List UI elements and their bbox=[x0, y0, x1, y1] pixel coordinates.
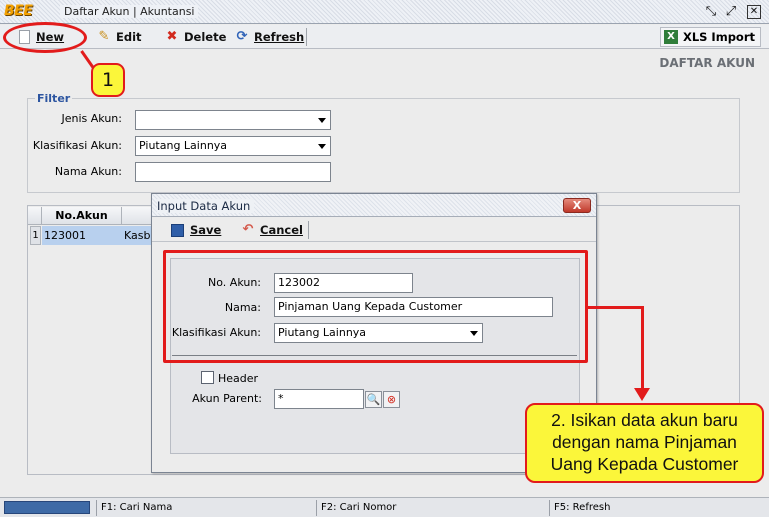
nama-akun-label: Nama Akun: bbox=[54, 165, 122, 178]
row-header-corner bbox=[28, 207, 42, 225]
step2-callout: 2. Isikan data akun baru dengan nama Pin… bbox=[525, 403, 764, 483]
dialog-toolbar: Save ↶ Cancel bbox=[152, 218, 596, 242]
callout-connector-vertical bbox=[641, 306, 644, 390]
window-title: Daftar Akun | Akuntansi bbox=[60, 5, 199, 18]
status-bar: F1: Cari Nama F2: Cari Nomor F5: Refresh bbox=[0, 497, 769, 517]
filter-legend: Filter bbox=[35, 92, 73, 105]
delete-button[interactable]: ✖ Delete bbox=[162, 27, 227, 47]
xls-import-button[interactable]: X XLS Import bbox=[659, 27, 761, 47]
page-title: DAFTAR AKUN bbox=[659, 56, 755, 70]
dialog-title: Input Data Akun bbox=[157, 199, 255, 213]
cancel-button-label: Cancel bbox=[260, 223, 303, 237]
xls-import-label: XLS Import bbox=[682, 30, 755, 44]
new-button-highlight bbox=[3, 22, 87, 53]
column-header-nama[interactable] bbox=[122, 207, 154, 225]
header-checkbox[interactable] bbox=[201, 371, 214, 384]
edit-button[interactable]: ✎ Edit bbox=[94, 27, 142, 47]
row-number: 1 bbox=[30, 226, 41, 245]
klasifikasi-akun-label: Klasifikasi Akun: bbox=[32, 139, 122, 152]
callout-arrow-head bbox=[634, 388, 650, 401]
form-highlight-box bbox=[163, 250, 588, 363]
dialog-toolbar-divider bbox=[308, 221, 309, 239]
step1-badge: 1 bbox=[91, 63, 125, 97]
clear-icon[interactable]: ⊗ bbox=[383, 391, 400, 408]
title-bar: BEE Daftar Akun | Akuntansi ⤡ ⤢ ✕ bbox=[0, 0, 769, 24]
status-f5: F5: Refresh bbox=[549, 500, 610, 516]
save-button[interactable]: Save bbox=[168, 220, 221, 240]
dialog-close-button[interactable]: X bbox=[563, 198, 591, 213]
search-icon[interactable]: 🔍 bbox=[365, 391, 382, 408]
delete-x-icon: ✖ bbox=[166, 29, 178, 44]
jenis-akun-label: Jenis Akun: bbox=[61, 112, 122, 125]
maximize-icon[interactable]: ⤢ bbox=[723, 4, 739, 20]
step2-line2: dengan nama Pinjaman bbox=[552, 432, 737, 452]
undo-arrow-icon: ↶ bbox=[242, 222, 254, 237]
callout-connector-horizontal bbox=[588, 306, 644, 309]
main-toolbar: New ✎ Edit ✖ Delete ⟳ Refresh bbox=[0, 25, 769, 49]
akun-parent-input[interactable]: * bbox=[274, 389, 364, 409]
floppy-disk-icon bbox=[171, 224, 184, 237]
refresh-button[interactable]: ⟳ Refresh bbox=[232, 27, 305, 47]
akun-parent-value: * bbox=[278, 392, 284, 405]
jenis-akun-select[interactable] bbox=[135, 110, 331, 130]
restore-icon[interactable]: ⤡ bbox=[703, 4, 719, 20]
pencil-icon: ✎ bbox=[98, 29, 110, 44]
table-cell-nama[interactable]: Kasbo bbox=[122, 226, 154, 245]
step2-line3: Uang Kepada Customer bbox=[550, 454, 739, 474]
status-f1: F1: Cari Nama bbox=[96, 500, 172, 516]
edit-button-label: Edit bbox=[116, 30, 142, 44]
app-logo: BEE bbox=[4, 3, 33, 19]
cancel-button[interactable]: ↶ Cancel bbox=[238, 220, 303, 240]
step2-line1: 2. Isikan data akun baru bbox=[551, 410, 738, 430]
akun-parent-label: Akun Parent: bbox=[192, 392, 262, 405]
toolbar-divider bbox=[306, 28, 307, 46]
close-icon[interactable]: ✕ bbox=[747, 5, 761, 19]
klasifikasi-akun-value: Piutang Lainnya bbox=[139, 139, 228, 152]
table-cell-no-akun[interactable]: 123001 bbox=[42, 226, 122, 245]
refresh-icon: ⟳ bbox=[236, 29, 248, 44]
excel-icon: X bbox=[663, 30, 678, 44]
delete-button-label: Delete bbox=[184, 30, 227, 44]
status-f2: F2: Cari Nomor bbox=[316, 500, 396, 516]
header-checkbox-label: Header bbox=[218, 372, 259, 385]
save-button-label: Save bbox=[190, 223, 222, 237]
klasifikasi-akun-select[interactable]: Piutang Lainnya bbox=[135, 136, 331, 156]
status-indicator bbox=[4, 501, 90, 514]
refresh-button-label: Refresh bbox=[254, 30, 305, 44]
nama-akun-input[interactable] bbox=[135, 162, 331, 182]
dialog-title-bar: Input Data Akun X bbox=[152, 194, 596, 217]
column-header-no-akun[interactable]: No.Akun bbox=[42, 207, 122, 225]
filter-panel bbox=[27, 98, 740, 193]
